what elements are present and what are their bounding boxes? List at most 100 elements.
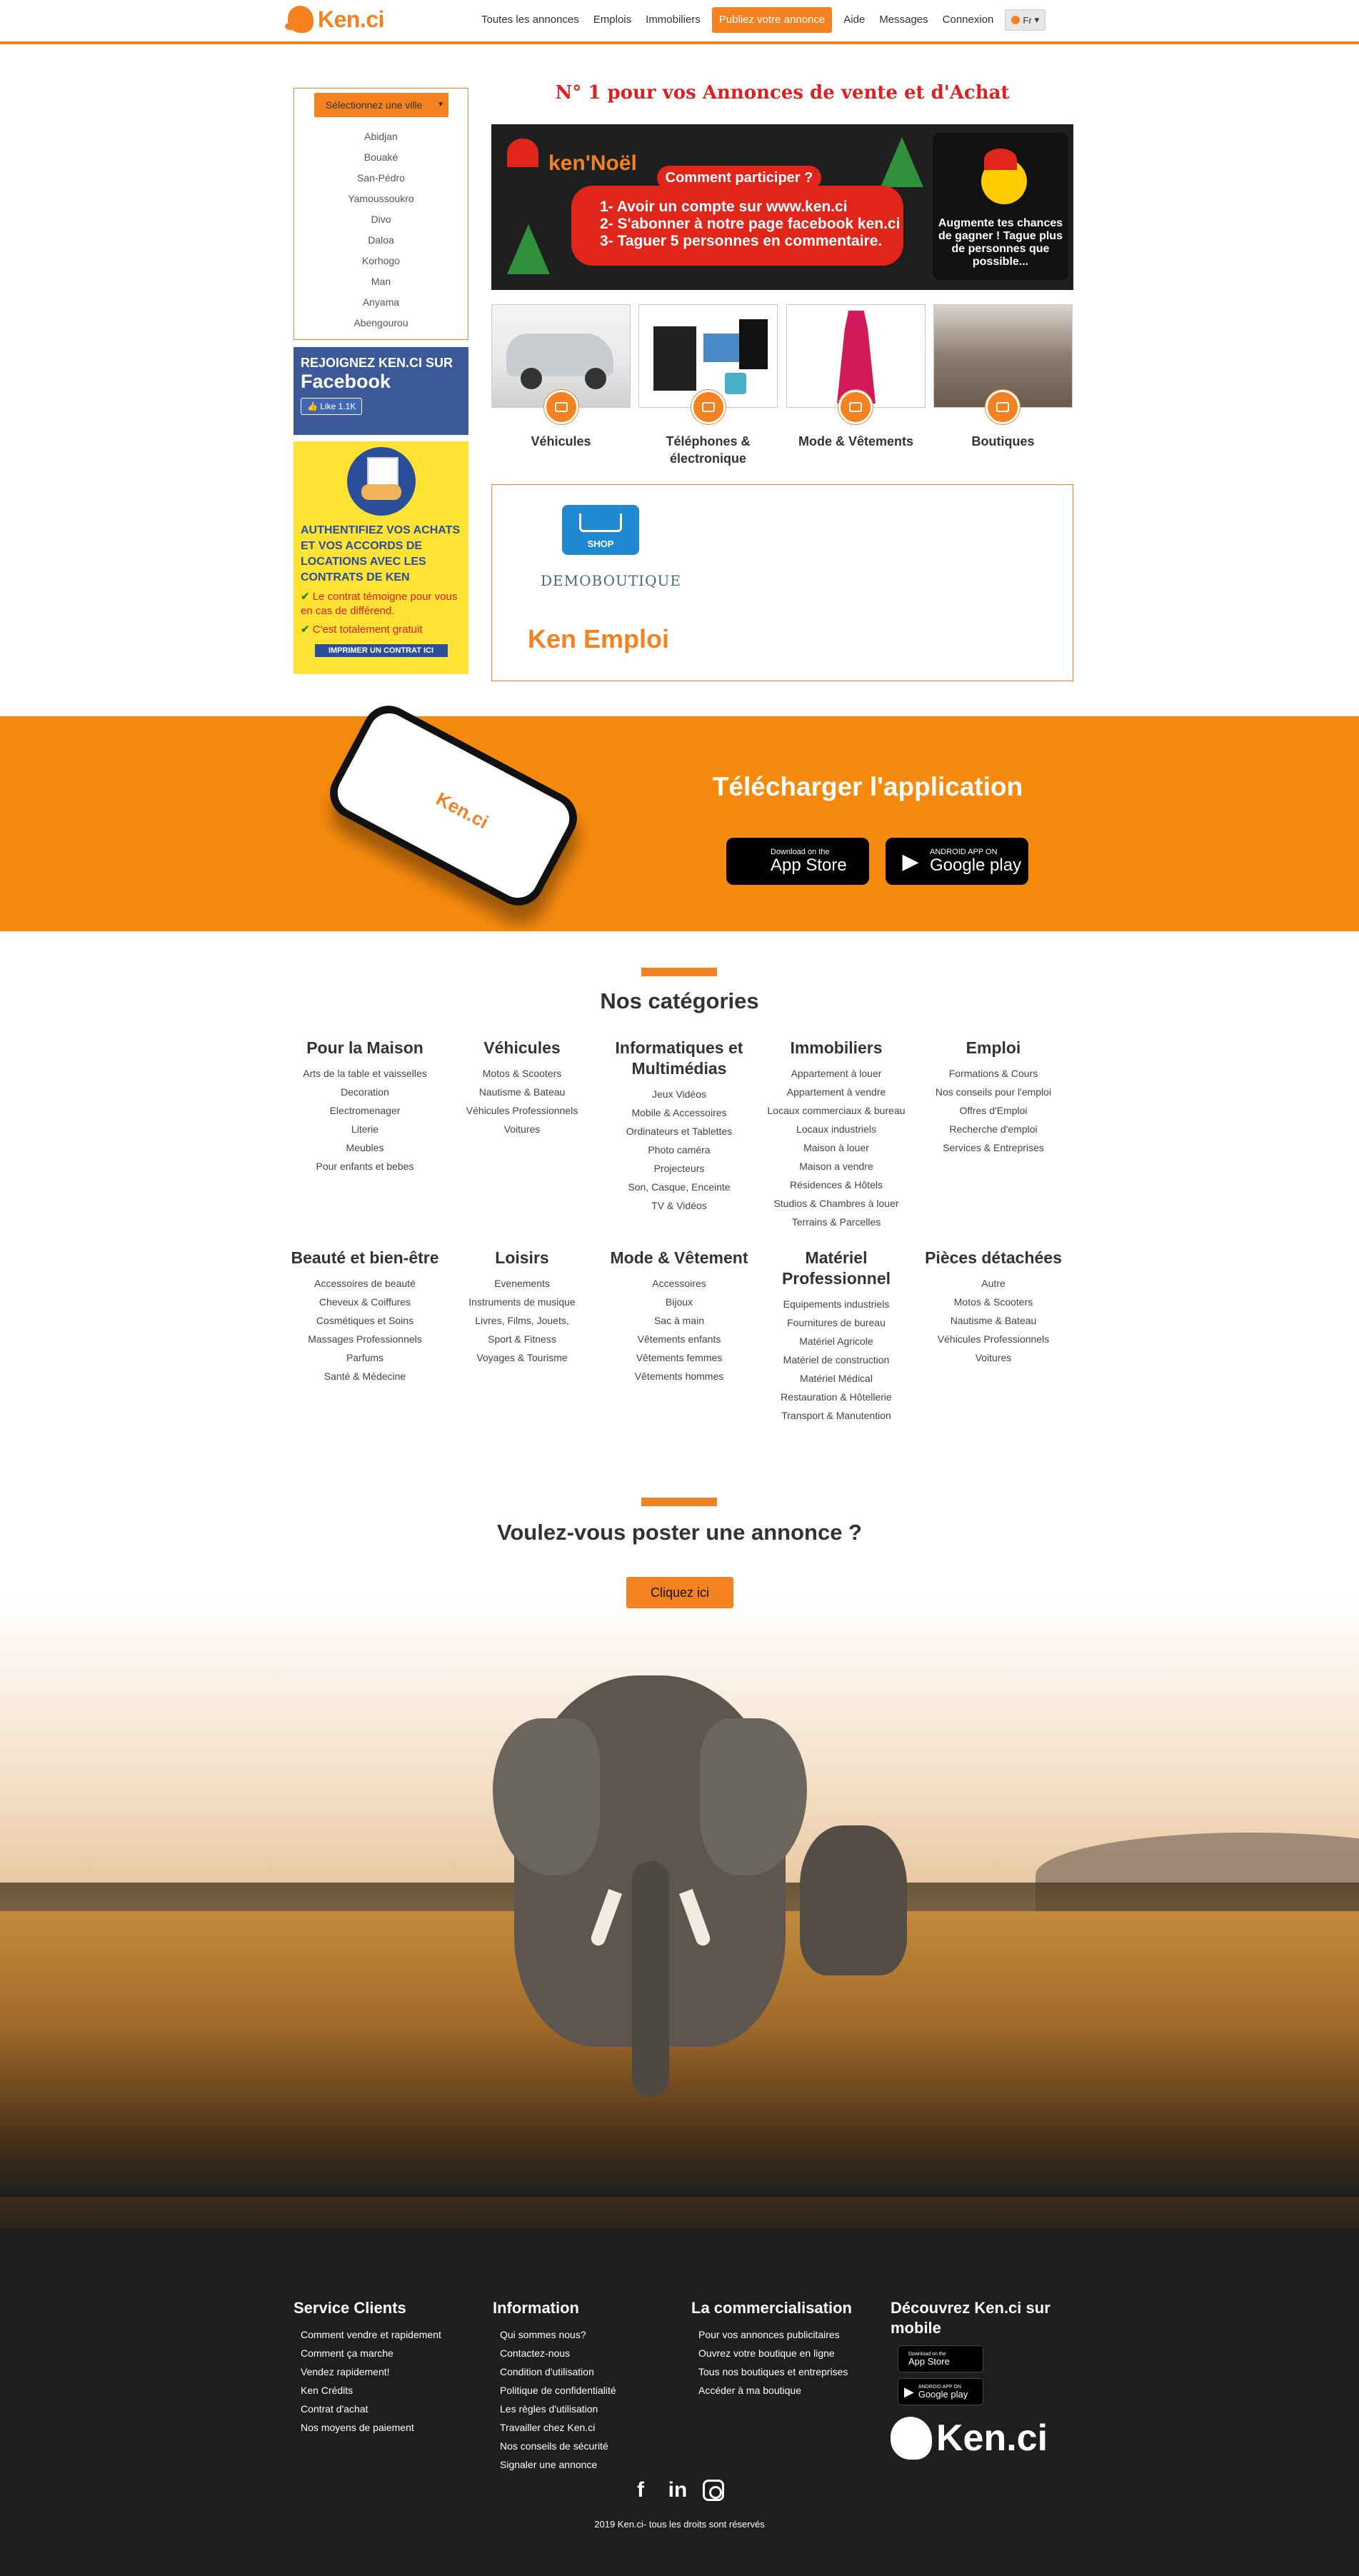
category-link[interactable]: Jeux Vidéos — [597, 1085, 761, 1103]
shop-category-icon[interactable] — [986, 390, 1020, 424]
footer-link[interactable]: Tous nos boutiques et entreprises — [698, 2362, 884, 2381]
category-link[interactable]: Recherche d'emploi — [911, 1120, 1075, 1138]
facebook-like-button[interactable]: 👍 Like 1.1K — [301, 398, 363, 415]
print-contract-button[interactable]: IMPRIMER UN CONTRAT ICI — [314, 644, 448, 657]
footer-logo[interactable]: Ken.ci — [891, 2417, 1076, 2460]
category-link[interactable]: Cosmétiques et Soins — [283, 1311, 447, 1330]
category-link[interactable]: Sport & Fitness — [440, 1330, 604, 1348]
facebook-icon[interactable]: f — [628, 2478, 653, 2502]
city-item[interactable]: Abidjan — [294, 131, 468, 152]
category-link[interactable]: Formations & Cours — [911, 1064, 1075, 1083]
category-title[interactable]: Pour la Maison — [283, 1038, 447, 1058]
footer-link[interactable]: Les règles d'utilisation — [500, 2400, 678, 2418]
category-link[interactable]: Ordinateurs et Tablettes — [597, 1122, 761, 1141]
footer-link[interactable]: Signaler une annonce — [500, 2455, 678, 2474]
category-title[interactable]: Beauté et bien-être — [283, 1248, 447, 1268]
category-link[interactable]: Fournitures de bureau — [754, 1313, 918, 1332]
category-link[interactable]: Maison a vendre — [754, 1157, 918, 1176]
tile-label[interactable]: Véhicules — [491, 433, 631, 450]
footer-link[interactable]: Condition d'utilisation — [500, 2362, 678, 2381]
category-link[interactable]: Bijoux — [597, 1293, 761, 1311]
footer-link[interactable]: Pour vos annonces publicitaires — [698, 2325, 884, 2344]
category-link[interactable]: Vêtements hommes — [597, 1367, 761, 1385]
category-link[interactable]: Son, Casque, Enceinte — [597, 1178, 761, 1196]
category-link[interactable]: TV & Vidéos — [597, 1196, 761, 1215]
app-store-button[interactable]: Download on the App Store — [726, 838, 869, 885]
category-link[interactable]: Projecteurs — [597, 1159, 761, 1178]
footer-link[interactable]: Comment vendre et rapidement — [301, 2325, 479, 2344]
category-link[interactable]: Résidences & Hôtels — [754, 1176, 918, 1194]
category-link[interactable]: Matériel Agricole — [754, 1332, 918, 1350]
car-category-icon[interactable] — [544, 390, 578, 424]
category-title[interactable]: Matériel Professionnel — [754, 1248, 918, 1289]
publish-ad-button[interactable]: Publiez votre annonce — [711, 7, 833, 33]
footer-link[interactable]: Ouvrez votre boutique en ligne — [698, 2344, 884, 2362]
category-link[interactable]: Locaux commerciaux & bureau — [754, 1101, 918, 1120]
category-link[interactable]: Voitures — [911, 1348, 1075, 1367]
category-title[interactable]: Véhicules — [440, 1038, 604, 1058]
category-link[interactable]: Arts de la table et vaisselles — [283, 1064, 447, 1083]
tile-label[interactable]: Boutiques — [933, 433, 1073, 450]
footer-link[interactable]: Vendez rapidement! — [301, 2362, 479, 2381]
phone-category-icon[interactable] — [691, 390, 726, 424]
city-item[interactable]: Man — [294, 276, 468, 297]
category-link[interactable]: Electromenager — [283, 1101, 447, 1120]
ken-emploi-link[interactable]: Ken Emploi — [528, 624, 669, 654]
nav-immobiliers[interactable]: Immobiliers — [638, 7, 708, 33]
category-link[interactable]: Literie — [283, 1120, 447, 1138]
instagram-icon[interactable] — [703, 2480, 724, 2501]
facebook-widget[interactable]: REJOIGNEZ KEN.CI SUR Facebook 👍 Like 1.1… — [294, 347, 468, 435]
footer-link[interactable]: Ken Crédits — [301, 2381, 479, 2400]
category-link[interactable]: Equipements industriels — [754, 1295, 918, 1313]
footer-link[interactable]: Travailler chez Ken.ci — [500, 2418, 678, 2437]
footer-link[interactable]: Accéder à ma boutique — [698, 2381, 884, 2400]
category-link[interactable]: Instruments de musique — [440, 1293, 604, 1311]
category-link[interactable]: Nautisme & Bateau — [911, 1311, 1075, 1330]
city-item[interactable]: Abengourou — [294, 318, 468, 339]
footer-app-store-button[interactable]: Download on the App Store — [898, 2345, 983, 2372]
contract-ad[interactable]: AUTHENTIFIEZ VOS ACHATS ET VOS ACCORDS D… — [294, 441, 468, 674]
footer-google-play-button[interactable]: ▶ ANDROID APP ON Google play — [898, 2378, 983, 2405]
category-link[interactable]: Mobile & Accessoires — [597, 1103, 761, 1122]
category-link[interactable]: Accessoires de beauté — [283, 1274, 447, 1293]
footer-link[interactable]: Comment ça marche — [301, 2344, 479, 2362]
category-link[interactable]: Nos conseils pour l'emploi — [911, 1083, 1075, 1101]
nav-connexion[interactable]: Connexion — [936, 7, 1001, 33]
category-link[interactable]: Pour enfants et bebes — [283, 1157, 447, 1176]
category-title[interactable]: Immobiliers — [754, 1038, 918, 1058]
category-link[interactable]: Appartement à louer — [754, 1064, 918, 1083]
category-link[interactable]: Matériel de construction — [754, 1350, 918, 1369]
post-ad-button[interactable]: Cliquez ici — [626, 1577, 733, 1608]
category-title[interactable]: Pièces détachées — [911, 1248, 1075, 1268]
tile-label[interactable]: Téléphones & électronique — [638, 433, 778, 467]
city-item[interactable]: Divo — [294, 214, 468, 235]
city-item[interactable]: Bouaké — [294, 152, 468, 173]
city-item[interactable]: Yamoussoukro — [294, 194, 468, 214]
category-link[interactable]: Autre — [911, 1274, 1075, 1293]
category-link[interactable]: Voitures — [440, 1120, 604, 1138]
category-link[interactable]: Photo caméra — [597, 1141, 761, 1159]
city-item[interactable]: Anyama — [294, 297, 468, 318]
category-link[interactable]: Transport & Manutention — [754, 1406, 918, 1425]
category-link[interactable]: Santé & Médecine — [283, 1367, 447, 1385]
linkedin-icon[interactable]: in — [666, 2478, 690, 2502]
category-link[interactable]: Decoration — [283, 1083, 447, 1101]
google-play-button[interactable]: ▶ ANDROID APP ON Google play — [886, 838, 1028, 885]
category-link[interactable]: Motos & Scooters — [440, 1064, 604, 1083]
category-link[interactable]: Véhicules Professionnels — [911, 1330, 1075, 1348]
category-link[interactable]: Maison à louer — [754, 1138, 918, 1157]
footer-link[interactable]: Contactez-nous — [500, 2344, 678, 2362]
nav-aide[interactable]: Aide — [836, 7, 872, 33]
category-link[interactable]: Cheveux & Coiffures — [283, 1293, 447, 1311]
category-link[interactable]: Studios & Chambres à louer — [754, 1194, 918, 1213]
city-item[interactable]: Daloa — [294, 235, 468, 256]
shop-cart-icon[interactable]: SHOP — [562, 505, 639, 555]
footer-link[interactable]: Politique de confidentialité — [500, 2381, 678, 2400]
footer-link[interactable]: Nos conseils de sécurité — [500, 2437, 678, 2455]
promo-banner[interactable]: ken'Noël 1- Avoir un compte sur www.ken.… — [491, 124, 1073, 290]
nav-toutes-annonces[interactable]: Toutes les annonces — [474, 7, 586, 33]
nav-messages[interactable]: Messages — [872, 7, 935, 33]
category-link[interactable]: Terrains & Parcelles — [754, 1213, 918, 1231]
category-link[interactable]: Offres d'Emploi — [911, 1101, 1075, 1120]
city-select[interactable]: Sélectionnez une ville ▼ — [314, 93, 448, 117]
